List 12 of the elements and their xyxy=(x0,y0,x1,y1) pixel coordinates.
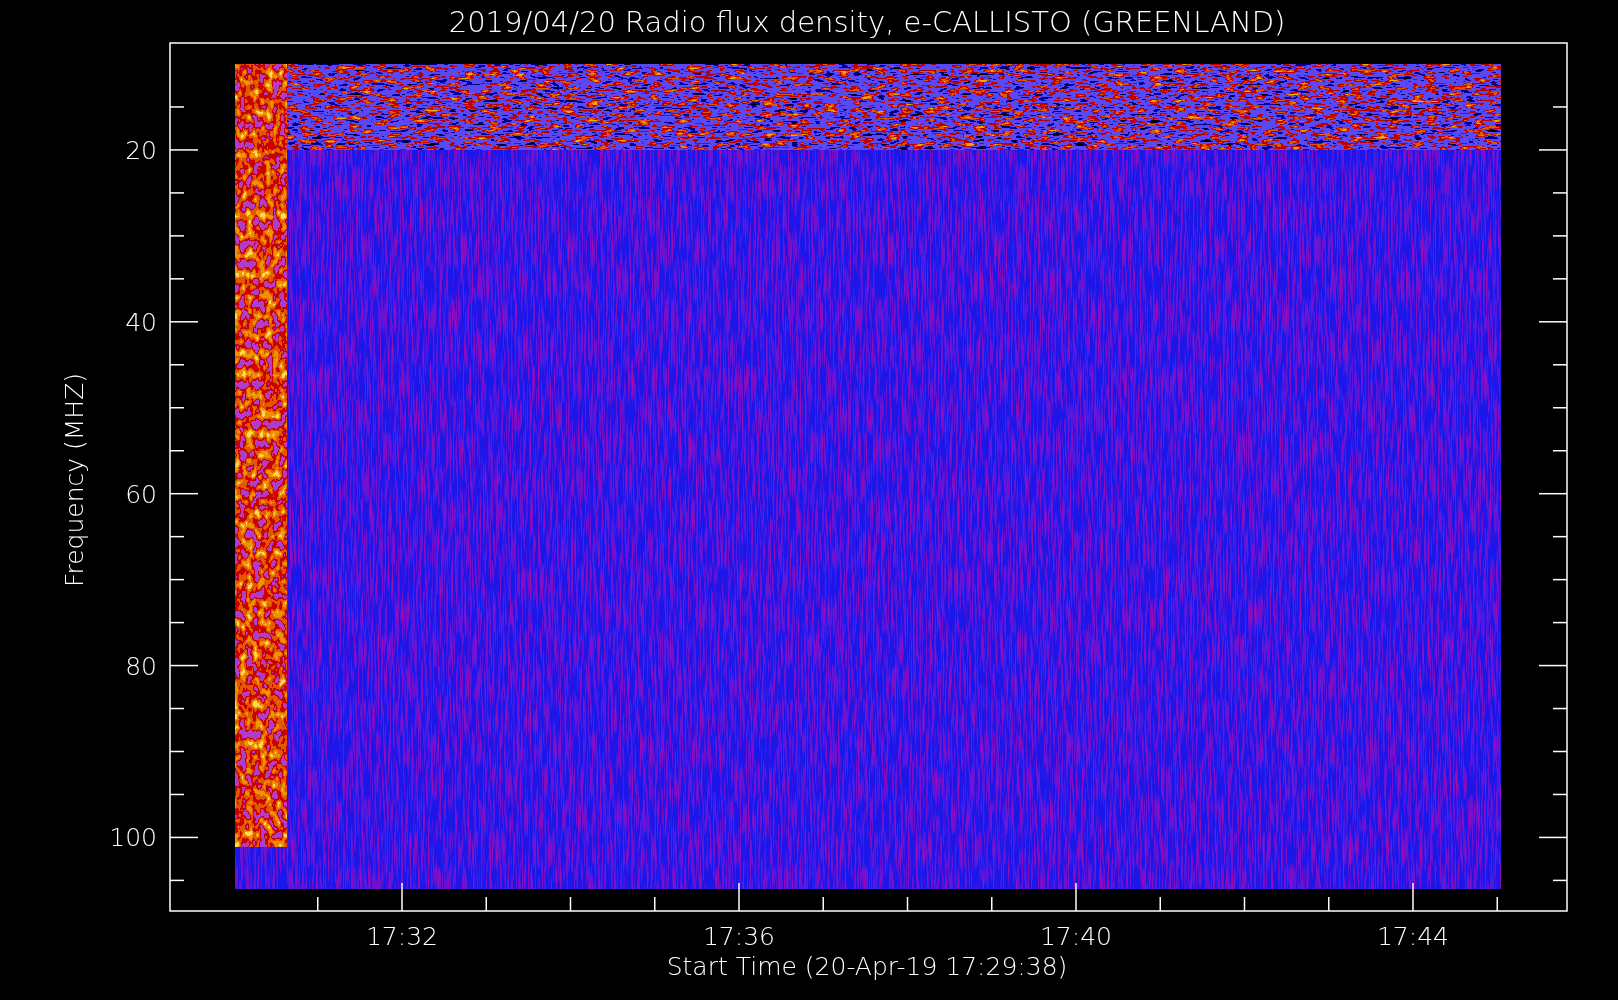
x-tick-label: 17:36 xyxy=(703,922,775,951)
y-axis-label: Frequency (MHZ) xyxy=(60,372,89,588)
x-tick-label: 17:44 xyxy=(1377,922,1449,951)
y-tick-label: 60 xyxy=(125,479,157,509)
y-tick-label: 100 xyxy=(109,823,157,853)
y-tick-label: 20 xyxy=(125,135,157,165)
plot-title: 2019/04/20 Radio flux density, e-CALLISTO (GREENLAND) xyxy=(448,5,1286,39)
x-tick-label: 17:40 xyxy=(1040,922,1112,951)
x-axis-label: Start Time (20-Apr-19 17:29:38) xyxy=(666,952,1068,981)
y-tick-label: 40 xyxy=(125,307,157,337)
y-tick-label: 80 xyxy=(125,651,157,681)
x-tick-label: 17:32 xyxy=(366,922,438,951)
